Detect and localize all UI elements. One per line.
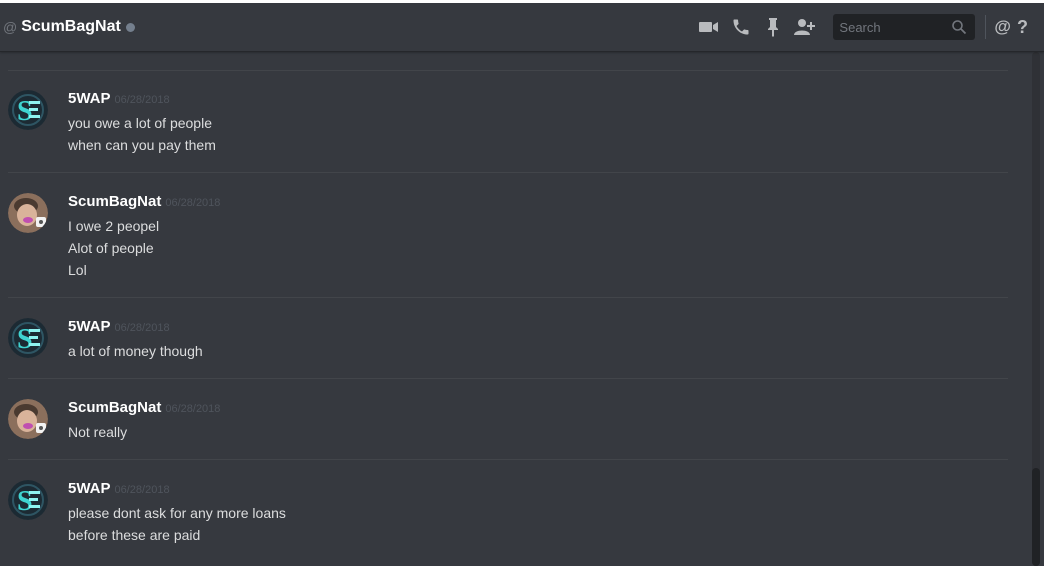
message-header: ScumBagNat 06/28/2018: [68, 399, 220, 417]
message-divider: [8, 70, 1008, 71]
add-friend-icon[interactable]: [793, 15, 817, 39]
timestamp: 06/28/2018: [114, 322, 170, 334]
message-text: please dont ask for any more loans: [68, 505, 286, 521]
message-divider: [8, 297, 1008, 298]
voice-call-icon[interactable]: [729, 15, 753, 39]
svg-text:S: S: [17, 96, 33, 127]
swap-logo-avatar[interactable]: S: [8, 480, 48, 520]
message-text: you owe a lot of people: [68, 115, 212, 131]
header-toolbar: @ ?: [697, 3, 1044, 51]
scrollbar-track[interactable]: [1032, 52, 1040, 566]
message-text: Alot of people: [68, 240, 154, 256]
search-box[interactable]: [833, 14, 976, 40]
message-header: 5WAP 06/28/2018: [68, 318, 170, 336]
svg-text:S: S: [17, 486, 33, 517]
timestamp: 06/28/2018: [114, 484, 170, 496]
pin-icon[interactable]: [761, 15, 785, 39]
status-offline-icon: [125, 22, 135, 32]
username[interactable]: 5WAP: [68, 480, 111, 497]
username[interactable]: 5WAP: [68, 318, 111, 335]
toolbar-divider: [985, 15, 987, 39]
message-text: Lol: [68, 262, 87, 278]
svg-text:S: S: [17, 324, 33, 355]
chat-window: @ ScumBagNat @ ?: [0, 3, 1044, 566]
channel-title: ScumBagNat: [21, 18, 121, 35]
mention-icon[interactable]: @: [994, 17, 1011, 37]
message-header: 5WAP 06/28/2018: [68, 90, 170, 108]
timestamp: 06/28/2018: [165, 403, 221, 415]
scumbagnat-photo-avatar[interactable]: [8, 399, 48, 439]
scrollbar-thumb[interactable]: [1032, 468, 1040, 566]
message-text: I owe 2 peopel: [68, 218, 160, 234]
username[interactable]: ScumBagNat: [68, 399, 161, 416]
swap-logo-avatar[interactable]: S: [8, 318, 48, 358]
message-text: a lot of money though: [68, 343, 203, 359]
at-icon: @: [3, 19, 18, 35]
message-text: Not really: [68, 424, 128, 440]
scumbagnat-photo-avatar[interactable]: [8, 193, 48, 233]
message-divider: [8, 459, 1008, 460]
username[interactable]: ScumBagNat: [68, 193, 161, 210]
message-text: when can you pay them: [68, 137, 216, 153]
username[interactable]: 5WAP: [68, 90, 111, 107]
video-call-icon[interactable]: [697, 15, 721, 39]
swap-logo-avatar[interactable]: S: [8, 90, 48, 130]
help-icon[interactable]: ?: [1017, 17, 1028, 38]
message-divider: [8, 172, 1008, 173]
message-list: S 5WAP 06/28/2018 you owe a lot of people…: [0, 52, 1030, 566]
message-header: ScumBagNat 06/28/2018: [68, 193, 220, 211]
search-input[interactable]: [833, 18, 952, 36]
message-text: before these are paid: [68, 527, 201, 543]
timestamp: 06/28/2018: [165, 197, 221, 209]
message-divider: [8, 378, 1008, 379]
message-header: 5WAP 06/28/2018: [68, 480, 170, 498]
search-icon: [951, 19, 967, 40]
channel-header: @ ScumBagNat @ ?: [0, 3, 1044, 52]
timestamp: 06/28/2018: [114, 94, 170, 106]
